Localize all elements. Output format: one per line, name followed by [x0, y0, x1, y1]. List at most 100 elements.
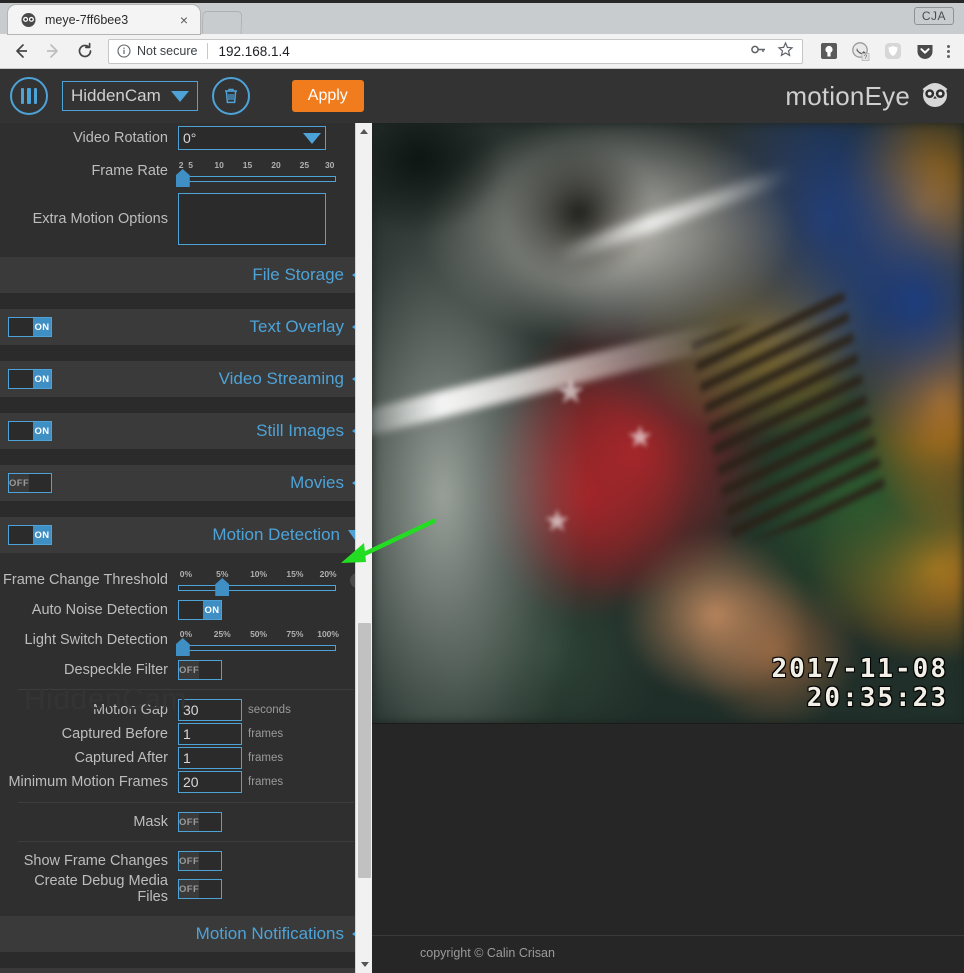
kebab-menu-icon[interactable] — [941, 44, 956, 58]
tick: 2 — [178, 160, 184, 170]
frame-rate-slider[interactable]: 2 5 10 15 20 25 30 — [175, 160, 336, 187]
mask-label: Mask — [133, 814, 168, 830]
lightbulb-icon[interactable] — [819, 41, 839, 61]
frame-change-threshold-label: Frame Change Threshold — [3, 572, 168, 588]
captured-after-label: Captured After — [74, 750, 169, 766]
frame-rate-ticks: 2 5 10 15 20 25 30 — [178, 160, 336, 174]
toggle-label: OFF — [9, 477, 30, 489]
pocket-icon[interactable] — [915, 41, 935, 61]
section-motion-detection[interactable]: ON Motion Detection — [0, 517, 372, 553]
toggle-label: OFF — [179, 883, 200, 895]
row-minimum-motion-frames: Minimum Motion Frames frames — [0, 770, 372, 794]
movies-toggle[interactable]: OFF — [8, 473, 52, 493]
address-bar[interactable]: Not secure 192.168.1.4 — [108, 38, 803, 64]
new-tab-button[interactable] — [201, 11, 243, 34]
captured-after-unit: frames — [248, 752, 284, 764]
frame-change-threshold-slider[interactable]: 0% 5% 10% 15% 20% — [178, 569, 337, 596]
profile-chip[interactable]: CJA — [913, 7, 954, 25]
phone-icon[interactable]: ? — [851, 41, 871, 61]
tab-title: meye-7ff6bee3 — [45, 12, 129, 27]
scroll-up-arrow[interactable] — [356, 123, 372, 140]
still-images-toggle[interactable]: ON — [8, 421, 52, 441]
camera-select[interactable]: HiddenCam — [62, 81, 198, 111]
key-icon[interactable] — [750, 41, 767, 61]
show-frame-changes-toggle[interactable]: OFF — [178, 851, 222, 871]
app-header: HiddenCam Apply motionEye — [0, 69, 964, 123]
tick: 10 — [214, 160, 224, 170]
settings-scrollbar[interactable] — [355, 123, 372, 973]
despeckle-filter-toggle[interactable]: OFF — [178, 660, 222, 680]
light-switch-detection-slider[interactable]: 0% 25% 50% 75% 100% — [175, 629, 339, 656]
captured-before-input[interactable] — [178, 723, 242, 745]
apply-button[interactable]: Apply — [291, 80, 364, 112]
create-debug-media-files-toggle[interactable]: OFF — [178, 879, 222, 899]
section-still-images[interactable]: ON Still Images — [0, 413, 372, 449]
star-icon[interactable] — [777, 41, 794, 61]
frame-rate-track[interactable] — [175, 169, 336, 187]
settings-scroll-area[interactable]: Video Rotation 0° Frame Rate 2 5 10 15 2… — [0, 123, 372, 973]
toggle-label: ON — [34, 529, 50, 541]
browser-tab[interactable]: meye-7ff6bee3 × — [8, 5, 200, 34]
camera-stream[interactable]: ★ ★ ★ 2017-11-08 20:35:23 — [372, 123, 964, 723]
reload-icon[interactable] — [72, 38, 98, 64]
section-gap — [0, 345, 372, 361]
row-frame-rate: Frame Rate 2 5 10 15 20 25 30 — [0, 151, 372, 191]
section-text-overlay[interactable]: ON Text Overlay — [0, 309, 372, 345]
motion-gap-input[interactable] — [178, 699, 242, 721]
copyright-text: copyright © Calin Crisan — [372, 935, 964, 973]
scroll-down-arrow[interactable] — [356, 956, 372, 973]
motion-gap-label: Motion Gap — [93, 702, 168, 718]
tick: 50% — [250, 629, 268, 639]
captured-before-label: Captured Before — [61, 726, 168, 742]
section-working-schedule[interactable]: OFF Working Schedule — [0, 968, 372, 973]
chevron-down-icon — [303, 132, 321, 144]
video-rotation-select[interactable]: 0° — [178, 126, 326, 150]
section-title: Still Images — [256, 421, 344, 440]
shield-white-icon[interactable] — [883, 41, 903, 61]
auto-noise-detection-toggle[interactable]: ON — [178, 600, 222, 620]
captured-before-unit: frames — [248, 728, 284, 740]
chevron-down-icon — [170, 90, 189, 102]
extra-motion-options-label: Extra Motion Options — [32, 211, 168, 227]
section-file-storage[interactable]: File Storage — [0, 257, 372, 293]
frame-change-threshold-track[interactable] — [178, 578, 336, 596]
back-icon[interactable] — [8, 38, 34, 64]
divider — [18, 841, 354, 842]
row-video-rotation: Video Rotation 0° — [0, 125, 372, 151]
section-title: File Storage — [252, 265, 344, 284]
mask-toggle[interactable]: OFF — [178, 812, 222, 832]
section-video-streaming[interactable]: ON Video Streaming — [0, 361, 372, 397]
close-icon[interactable]: × — [176, 11, 192, 29]
light-switch-detection-track[interactable] — [175, 638, 336, 656]
captured-after-input[interactable] — [178, 747, 242, 769]
motion-detection-toggle[interactable]: ON — [8, 525, 52, 545]
security-label: Not secure — [137, 44, 198, 58]
timestamp-time: 20:35:23 — [806, 682, 948, 713]
minimum-motion-frames-input[interactable] — [178, 771, 242, 793]
url-text: 192.168.1.4 — [218, 43, 290, 59]
minimum-motion-frames-unit: frames — [248, 776, 284, 788]
toggle-label: ON — [204, 604, 220, 616]
section-title: Text Overlay — [249, 317, 344, 336]
pause-icon[interactable] — [10, 77, 48, 115]
tick: 5% — [216, 569, 229, 579]
brand: motionEye — [785, 79, 950, 114]
section-gap — [0, 293, 372, 309]
extension-icons: ? — [813, 41, 935, 61]
section-motion-notifications[interactable]: Motion Notifications — [0, 916, 372, 952]
show-frame-changes-label: Show Frame Changes — [23, 853, 168, 869]
despeckle-filter-label: Despeckle Filter — [64, 662, 168, 678]
section-movies[interactable]: OFF Movies — [0, 465, 372, 501]
motion-gap-unit: seconds — [248, 704, 291, 716]
section-gap — [0, 952, 372, 968]
light-switch-detection-label: Light Switch Detection — [24, 632, 168, 648]
text-overlay-toggle[interactable]: ON — [8, 317, 52, 337]
trash-icon[interactable] — [211, 77, 250, 115]
video-panel-filler — [372, 723, 964, 935]
extra-motion-options-input[interactable] — [178, 193, 326, 245]
section-title: Movies — [290, 473, 344, 492]
video-streaming-toggle[interactable]: ON — [8, 369, 52, 389]
scrollbar-thumb[interactable] — [358, 623, 371, 878]
browser-window: meye-7ff6bee3 × CJA Not secure 192.168.1… — [0, 0, 964, 973]
row-motion-gap: Motion Gap seconds — [0, 698, 372, 722]
